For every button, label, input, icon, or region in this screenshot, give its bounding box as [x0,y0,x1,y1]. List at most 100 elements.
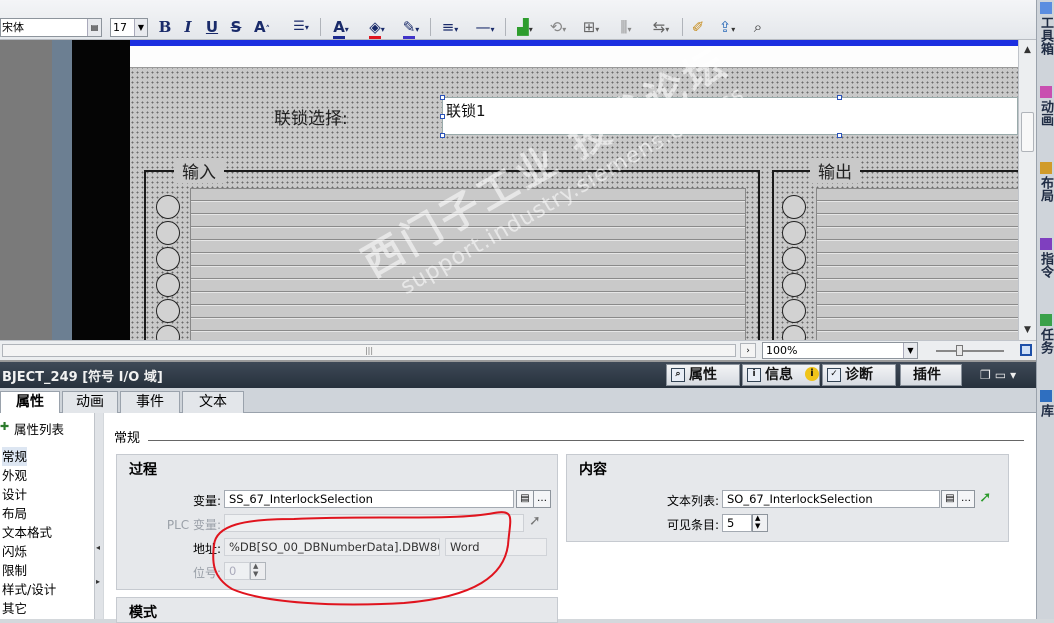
animation-tab[interactable]: 动画 [1037,84,1054,154]
horizontal-scrollbar[interactable]: ||| › 100% ▼ [0,340,1036,360]
font-size-dropdown-icon[interactable]: ▼ [134,19,147,36]
font-grow-icon[interactable]: A˄ [251,16,273,38]
zoom-select[interactable]: 100% ▼ [762,342,918,359]
tab-properties-label: 属性 [689,367,717,383]
rotate-icon[interactable]: ⟲▾ [544,16,572,38]
output-indicator[interactable] [782,273,806,297]
nav-item-style-design[interactable]: 样式/设计 [2,580,56,599]
window-controls[interactable]: ❐▭▾ [980,368,1020,382]
output-indicator[interactable] [782,299,806,323]
tab-info[interactable]: i 信息 i [742,364,820,386]
selection-handle[interactable] [837,133,842,138]
scroll-down-icon[interactable]: ▼ [1019,322,1036,338]
output-group-title: 输出 [810,158,860,183]
strikethrough-icon[interactable]: S [229,16,243,38]
interlock-io-field[interactable]: 联锁1 [442,97,1018,135]
output-indicator[interactable] [782,247,806,271]
goto-textlist-icon[interactable]: ➚ [979,488,992,506]
tab-diagnostics[interactable]: ✓ 诊断 [822,364,896,386]
line-style-icon[interactable]: —▾ [470,16,500,38]
output-list[interactable] [816,188,1018,340]
collapse-icon[interactable]: ▾ [1010,368,1020,382]
subtab-events[interactable]: 事件 [120,391,180,413]
selection-handle[interactable] [837,95,842,100]
section-title: 常规 [114,431,141,446]
underline-icon[interactable]: U [205,16,219,38]
nav-item-layout[interactable]: 布局 [2,504,27,523]
tab-plugins-label: 插件 [913,367,941,383]
goto-arrow-icon[interactable]: ➚ [529,513,541,529]
input-indicator[interactable] [156,273,180,297]
nav-item-general[interactable]: 常规 [2,447,28,466]
nav-item-design[interactable]: 设计 [2,485,27,504]
bring-front-icon[interactable]: ▟▾ [511,16,539,38]
subtab-properties[interactable]: 属性 [0,391,60,414]
tab-plugins[interactable]: 插件 [900,364,962,386]
layers-icon[interactable]: ⇪▾ [712,16,742,38]
selection-handle[interactable] [440,95,445,100]
instructions-tab[interactable]: 指令 [1037,236,1054,296]
nav-item-misc[interactable]: 其它 [2,599,27,618]
textlist-field[interactable]: SO_67_InterlockSelection [722,490,940,508]
line-weight-icon[interactable]: ≡▾ [436,16,464,38]
input-indicator[interactable] [156,195,180,219]
output-indicator[interactable] [782,221,806,245]
tasks-tab[interactable]: 任务 [1037,312,1054,372]
textlist-browse-button[interactable]: … [957,490,975,508]
same-size-icon[interactable]: ⇆▾ [646,16,676,38]
hscroll-thumb[interactable]: ||| [2,344,736,357]
line-color-icon[interactable]: ✎▾ [396,16,426,39]
scroll-right-icon[interactable]: › [740,343,756,358]
subtab-animation[interactable]: 动画 [62,391,118,413]
layout-tab[interactable]: 布局 [1037,160,1054,220]
selection-handle[interactable] [440,133,445,138]
visible-entries-field[interactable]: 5 [722,514,752,532]
zoom-window-icon[interactable]: ⌕ [748,16,768,38]
input-indicator[interactable] [156,221,180,245]
zoom-fit-icon[interactable] [1020,344,1032,356]
tree-expand-icon[interactable]: ✚ [0,420,9,433]
input-indicator[interactable] [156,247,180,271]
nav-splitter[interactable]: ◂ ▸ [94,413,103,619]
format-painter-icon[interactable]: ✐ [688,16,708,38]
nav-item-text-format[interactable]: 文本格式 [2,523,52,542]
expand-right-icon[interactable]: ▸ [96,577,100,586]
italic-icon[interactable]: I [181,16,195,38]
vertical-scrollbar[interactable]: ▲ ▼ [1018,40,1036,340]
output-indicator[interactable] [782,195,806,219]
toolbox-tab[interactable]: 工具箱 [1037,0,1054,68]
inspector-title: BJECT_249 [符号 I/O 域] [2,370,163,385]
selection-handle[interactable] [440,114,445,119]
zoom-slider-knob[interactable] [956,345,963,356]
variable-browse-button[interactable]: … [533,490,551,508]
bold-icon[interactable]: B [158,16,172,38]
nav-item-flashing[interactable]: 闪烁 [2,542,27,561]
nav-item-appearance[interactable]: 外观 [2,466,27,485]
scroll-thumb[interactable] [1021,112,1034,152]
subtab-texts[interactable]: 文本 [182,391,244,413]
font-family-select[interactable]: 宋体 ▤ [0,18,102,37]
distribute-icon[interactable]: ⫼▾ [612,16,640,38]
input-indicator[interactable] [156,299,180,323]
toolbox-label: 工具箱 [1038,16,1053,55]
nav-item-limits[interactable]: 限制 [2,561,27,580]
scroll-up-icon[interactable]: ▲ [1019,42,1036,58]
input-list[interactable] [190,188,746,340]
align-objects-icon[interactable]: ⊞▾ [577,16,605,38]
fill-color-icon[interactable]: ◈▾ [362,16,392,39]
align-icon[interactable]: ☰▾ [287,16,315,38]
property-list-header[interactable]: ✚ 属性列表 [0,419,64,438]
zoom-slider[interactable] [936,350,1004,352]
property-content: 常规 过程 变量: SS_67_InterlockSelection ▤ … P… [104,413,1036,623]
font-color-icon[interactable]: A▾ [326,16,356,39]
font-family-dropdown-icon[interactable]: ▤ [87,19,101,36]
minimize-icon[interactable]: ▭ [995,368,1010,382]
restore-icon[interactable]: ❐ [980,368,995,382]
zoom-dropdown-icon[interactable]: ▼ [903,343,917,358]
font-size-select[interactable]: 17 ▼ [110,18,148,37]
visible-entries-spinner[interactable] [752,514,768,532]
collapse-left-icon[interactable]: ◂ [96,543,100,552]
tab-properties[interactable]: ⌕ 属性 [666,364,740,386]
library-tab[interactable]: 库 [1037,388,1054,438]
hmi-screen[interactable]: 联锁选择: 联锁1 输入 输出 [130,40,1018,340]
